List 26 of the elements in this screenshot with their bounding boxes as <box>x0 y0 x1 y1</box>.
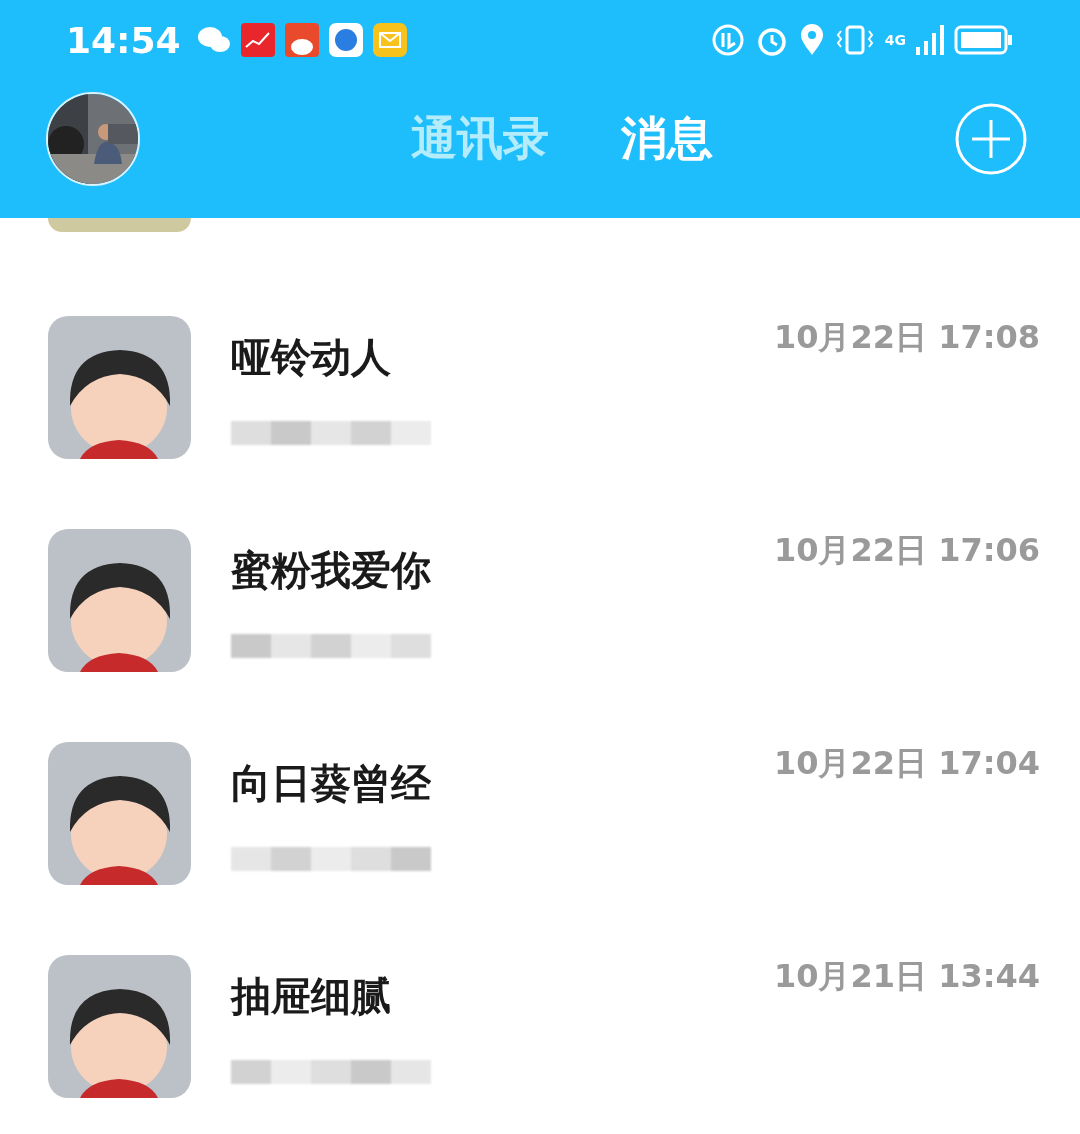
mail-icon <box>372 23 407 57</box>
avatar[interactable] <box>48 529 191 672</box>
message-time: 10月22日 17:08 <box>773 317 1040 358</box>
battery-icon <box>954 23 1014 57</box>
message-time: 10月22日 17:06 <box>773 530 1040 571</box>
chat-bubbles-icon <box>196 25 231 55</box>
contact-name: 抽屉细腻 <box>231 972 391 1021</box>
contact-name: 哑铃动人 <box>231 333 391 382</box>
tab[interactable]: 消息 <box>621 108 713 170</box>
avatar[interactable] <box>48 742 191 885</box>
location-icon <box>798 23 825 57</box>
avatar[interactable] <box>48 955 191 1098</box>
status-time: 14:54 <box>66 19 181 61</box>
vibrate-icon <box>834 23 875 57</box>
data-saver-icon <box>710 23 745 57</box>
avatar[interactable] <box>48 316 191 459</box>
contact-name: 向日葵曾经 <box>231 759 431 808</box>
signal-icon <box>916 23 944 57</box>
app-icon <box>240 23 275 57</box>
tab[interactable]: 通讯录 <box>411 108 549 170</box>
message-time: 10月22日 17:04 <box>773 743 1040 784</box>
network-type: 4G <box>884 33 906 47</box>
message-time: 10月21日 13:44 <box>773 956 1040 997</box>
globe-icon <box>328 23 363 57</box>
contact-name: 蜜粉我爱你 <box>231 546 431 595</box>
app-icon <box>284 23 319 57</box>
